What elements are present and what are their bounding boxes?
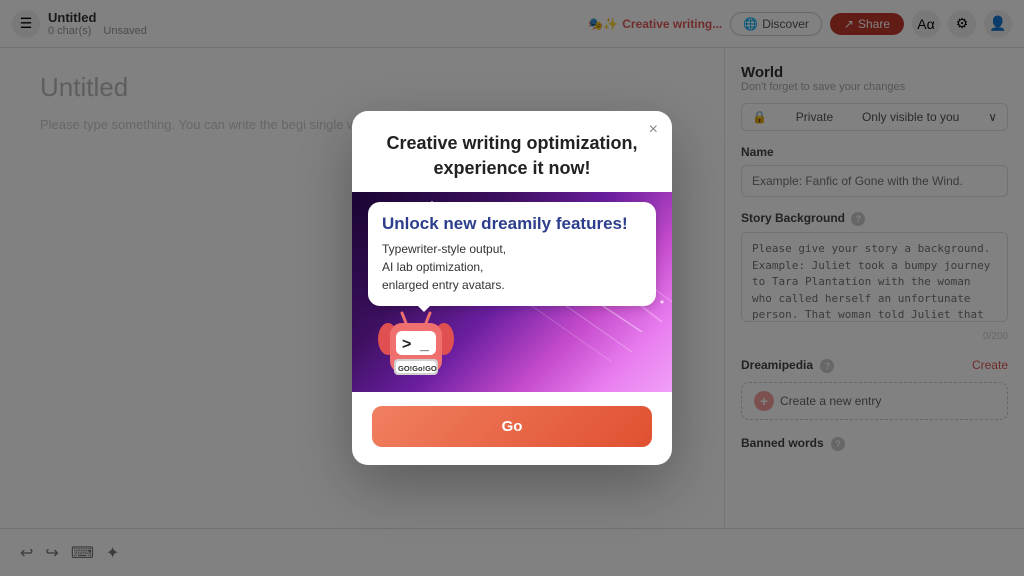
modal-image: Unlock new dreamily features! Typewriter… — [352, 192, 672, 392]
go-button[interactable]: Go — [372, 406, 652, 447]
svg-text:GO!Go!GO: GO!Go!GO — [398, 364, 437, 373]
modal-footer: Go — [352, 392, 672, 465]
modal-close-button[interactable]: × — [649, 121, 658, 139]
modal-header-title: Creative writing optimization, experienc… — [352, 111, 672, 192]
bubble-body: Typewriter-style output,AI lab optimizat… — [382, 240, 642, 294]
svg-text:_: _ — [419, 336, 430, 353]
modal-overlay: × Creative writing optimization, experie… — [0, 0, 1024, 576]
bubble-title: Unlock new dreamily features! — [382, 214, 642, 234]
robot-character: > _ GO!Go!GO — [376, 311, 456, 392]
svg-text:>: > — [402, 336, 411, 353]
speech-bubble: Unlock new dreamily features! Typewriter… — [368, 202, 656, 306]
modal: × Creative writing optimization, experie… — [352, 111, 672, 465]
